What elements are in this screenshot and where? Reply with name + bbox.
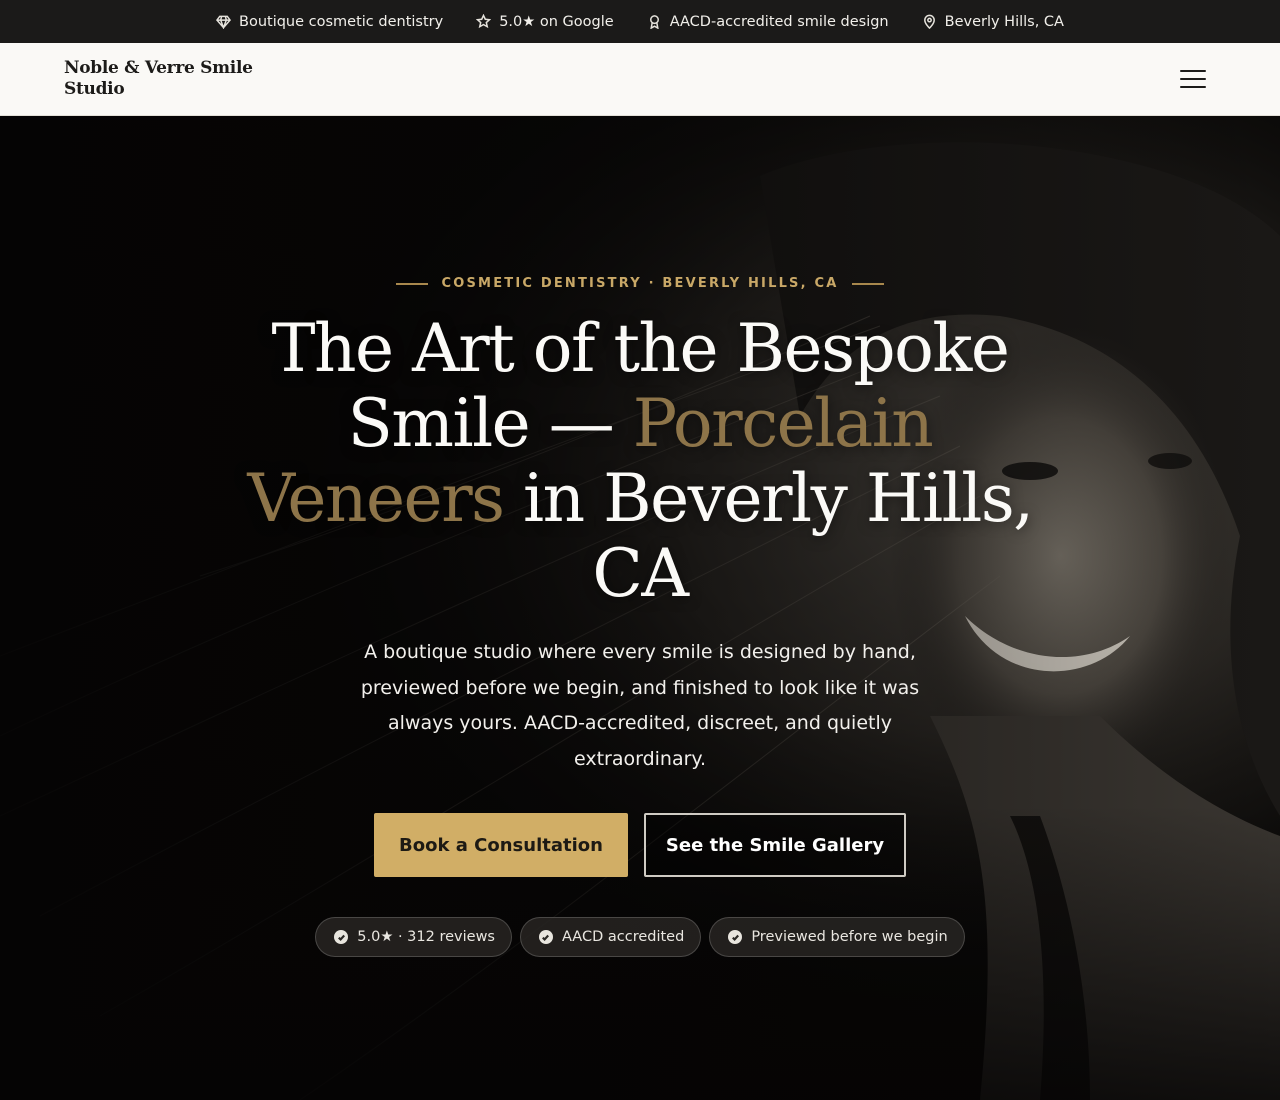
smile-gallery-button[interactable]: See the Smile Gallery <box>644 813 906 877</box>
eyebrow-rule-right <box>852 282 885 285</box>
topbar-item-rating: 5.0★ on Google <box>476 13 614 30</box>
trust-chip-reviews: 5.0★ · 312 reviews <box>315 917 512 957</box>
hero-eyebrow: COSMETIC DENTISTRY · BEVERLY HILLS, CA <box>395 276 885 291</box>
check-circle-icon <box>728 930 743 944</box>
hamburger-menu-icon[interactable] <box>1180 70 1206 88</box>
topbar-item-location: Beverly Hills, CA <box>922 14 1064 30</box>
topbar-label: Boutique cosmetic dentistry <box>239 13 444 30</box>
eyebrow-rule-left <box>395 282 428 285</box>
hero-headline: The Art of the Bespoke Smile — Porcelain… <box>210 311 1070 611</box>
topbar-item-boutique: Boutique cosmetic dentistry <box>216 14 443 30</box>
check-circle-icon <box>538 930 553 944</box>
hero-section: COSMETIC DENTISTRY · BEVERLY HILLS, CA T… <box>0 116 1280 1100</box>
topbar-label: 5.0★ on Google <box>499 13 614 30</box>
trust-chips: 5.0★ · 312 reviews AACD accredited Previ… <box>315 917 965 957</box>
site-header: Noble & Verre Smile Studio <box>0 43 1280 116</box>
star-icon <box>476 14 492 29</box>
award-icon <box>649 15 659 29</box>
check-circle-icon <box>334 930 349 944</box>
chip-label: 5.0★ · 312 reviews <box>357 929 495 945</box>
chip-label: AACD accredited <box>561 929 685 945</box>
map-pin-icon <box>923 14 935 29</box>
topbar-label: AACD-accredited smile design <box>669 13 889 30</box>
trust-chip-preview: Previewed before we begin <box>709 917 965 957</box>
chip-label: Previewed before we begin <box>751 929 948 945</box>
announcement-bar: Boutique cosmetic dentistry 5.0★ on Goog… <box>0 0 1280 43</box>
brand-logo[interactable]: Noble & Verre Smile Studio <box>64 58 254 100</box>
eyebrow-label: COSMETIC DENTISTRY · BEVERLY HILLS, CA <box>441 276 839 291</box>
hero-content: COSMETIC DENTISTRY · BEVERLY HILLS, CA T… <box>0 116 1280 1100</box>
trust-chip-aacd: AACD accredited <box>519 917 702 957</box>
hero-subtext: A boutique studio where every smile is d… <box>360 641 920 770</box>
topbar-item-accreditation: AACD-accredited smile design <box>647 14 889 30</box>
book-consultation-button[interactable]: Book a Consultation <box>374 813 628 877</box>
headline-text-end: in Beverly Hills, CA <box>503 460 1034 612</box>
hero-cta-group: Book a Consultation See the Smile Galler… <box>374 813 906 877</box>
topbar-label: Beverly Hills, CA <box>944 13 1064 30</box>
diamond-icon <box>216 15 231 29</box>
